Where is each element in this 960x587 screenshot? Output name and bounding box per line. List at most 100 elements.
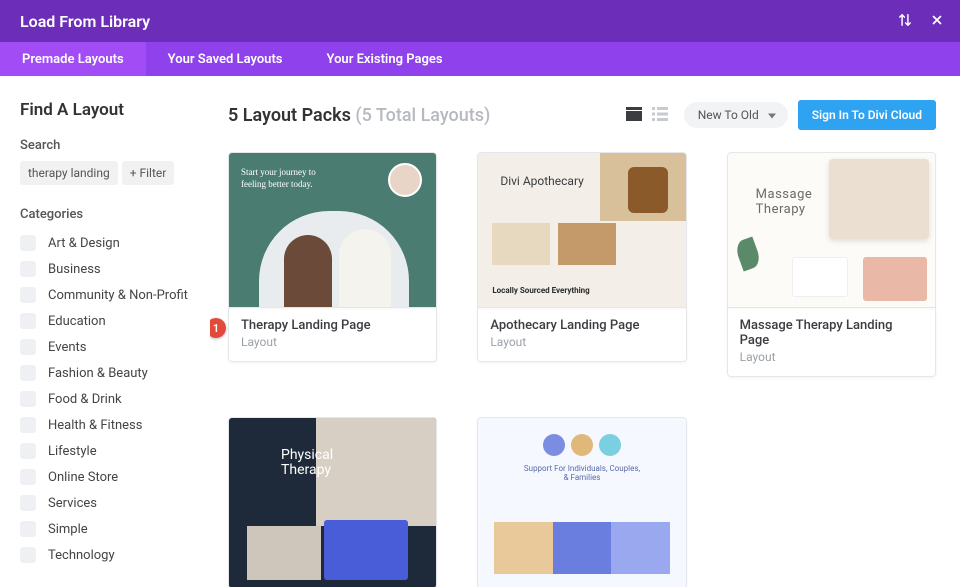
checkbox-icon[interactable] (20, 391, 36, 407)
thumb-person (339, 229, 391, 307)
category-label: Lifestyle (48, 444, 97, 459)
sort-arrows-icon[interactable] (898, 12, 912, 31)
thumb-photo (558, 223, 616, 265)
layout-thumbnail: MassageTherapy (727, 152, 936, 308)
thumb-photo (247, 526, 321, 580)
category-list: Art & Design Business Community & Non-Pr… (20, 230, 194, 568)
layout-subtitle: Layout (740, 350, 923, 364)
layout-title: Therapy Landing Page (241, 318, 424, 333)
signin-button[interactable]: Sign In To Divi Cloud (798, 100, 936, 130)
results-count: 5 Layout Packs (228, 105, 351, 126)
checkbox-icon[interactable] (20, 287, 36, 303)
tab-your-saved-layouts[interactable]: Your Saved Layouts (146, 42, 305, 76)
thumb-card (792, 257, 848, 297)
close-icon[interactable] (930, 12, 944, 31)
modal-header: Load From Library (0, 0, 960, 42)
checkbox-icon[interactable] (20, 495, 36, 511)
thumb-tagline: Support For Individuals, Couples, & Fami… (522, 464, 642, 482)
tab-your-existing-pages[interactable]: Your Existing Pages (305, 42, 465, 76)
category-label: Education (48, 314, 106, 329)
checkbox-icon[interactable] (20, 417, 36, 433)
layout-card[interactable]: Divi Apothecary Locally Sourced Everythi… (477, 152, 686, 377)
category-item[interactable]: Food & Drink (20, 386, 194, 412)
thumb-photo (316, 418, 436, 526)
category-label: Health & Fitness (48, 418, 142, 433)
category-label: Food & Drink (48, 392, 122, 407)
search-label: Search (20, 138, 194, 153)
thumb-tagline: Locally Sourced Everything (492, 286, 589, 295)
main-area: 5 Layout Packs (5 Total Layouts) New To … (210, 76, 960, 587)
thumb-avatar (388, 163, 422, 197)
category-item[interactable]: Business (20, 256, 194, 282)
category-item[interactable]: Online Store (20, 464, 194, 490)
results-grid: 1 Start your journey to feeling better t… (228, 152, 936, 587)
category-item[interactable]: Events (20, 334, 194, 360)
checkbox-icon[interactable] (20, 235, 36, 251)
view-toggle (626, 106, 668, 125)
tab-bar: Premade Layouts Your Saved Layouts Your … (0, 42, 960, 76)
layout-title: Massage Therapy Landing Page (740, 318, 923, 348)
thumb-photo (863, 257, 927, 301)
tab-premade-layouts[interactable]: Premade Layouts (0, 42, 146, 76)
checkbox-icon[interactable] (20, 521, 36, 537)
thumb-brand: MassageTherapy (756, 187, 813, 218)
category-label: Technology (48, 548, 115, 563)
category-label: Simple (48, 522, 88, 537)
category-item[interactable]: Simple (20, 516, 194, 542)
category-label: Online Store (48, 470, 118, 485)
search-term-tag[interactable]: therapy landing (20, 161, 118, 185)
layout-title: Apothecary Landing Page (490, 318, 673, 333)
category-item[interactable]: Lifestyle (20, 438, 194, 464)
add-filter-button[interactable]: + Filter (122, 161, 175, 185)
sidebar-heading: Find A Layout (20, 100, 194, 120)
thumb-card (324, 520, 408, 580)
thumb-bottle (628, 167, 668, 213)
grid-view-icon[interactable] (626, 106, 642, 125)
category-item[interactable]: Art & Design (20, 230, 194, 256)
layout-card[interactable]: MassageTherapy Massage Therapy Landing P… (727, 152, 936, 377)
category-item[interactable]: Services (20, 490, 194, 516)
layout-thumbnail: Support For Individuals, Couples, & Fami… (477, 417, 686, 587)
checkbox-icon[interactable] (20, 261, 36, 277)
step-badge: 1 (210, 318, 226, 338)
layout-card[interactable]: Support For Individuals, Couples, & Fami… (477, 417, 686, 587)
category-label: Art & Design (48, 236, 120, 251)
category-item[interactable]: Fashion & Beauty (20, 360, 194, 386)
thumb-leaf (733, 236, 762, 271)
checkbox-icon[interactable] (20, 443, 36, 459)
checkbox-icon[interactable] (20, 313, 36, 329)
thumb-people (543, 434, 621, 456)
thumb-brand: Divi Apothecary (500, 175, 583, 188)
category-item[interactable]: Technology (20, 542, 194, 568)
checkbox-icon[interactable] (20, 469, 36, 485)
thumb-headline: Start your journey to feeling better tod… (241, 167, 321, 190)
thumb-person (284, 235, 332, 307)
layout-card[interactable]: 1 Start your journey to feeling better t… (228, 152, 437, 377)
thumb-brand: PhysicalTherapy (281, 448, 333, 479)
category-label: Fashion & Beauty (48, 366, 148, 381)
layout-thumbnail: Start your journey to feeling better tod… (228, 152, 437, 308)
layout-thumbnail: PhysicalTherapy (228, 417, 437, 587)
category-label: Business (48, 262, 101, 277)
layout-subtitle: Layout (241, 335, 424, 349)
layout-thumbnail: Divi Apothecary Locally Sourced Everythi… (477, 152, 686, 308)
thumb-photo (492, 223, 550, 265)
category-item[interactable]: Education (20, 308, 194, 334)
category-label: Events (48, 340, 86, 355)
sort-select[interactable]: New To Old (684, 102, 788, 128)
results-subcount: (5 Total Layouts) (355, 105, 490, 126)
thumb-photo (829, 159, 929, 239)
modal-title: Load From Library (20, 12, 150, 31)
sidebar: Find A Layout Search therapy landing + F… (0, 76, 210, 587)
category-label: Community & Non-Profit (48, 288, 188, 303)
checkbox-icon[interactable] (20, 547, 36, 563)
list-view-icon[interactable] (652, 106, 668, 125)
layout-card[interactable]: PhysicalTherapy Physical Therapy Landing… (228, 417, 437, 587)
category-label: Services (48, 496, 97, 511)
category-item[interactable]: Health & Fitness (20, 412, 194, 438)
layout-subtitle: Layout (490, 335, 673, 349)
checkbox-icon[interactable] (20, 339, 36, 355)
category-item[interactable]: Community & Non-Profit (20, 282, 194, 308)
checkbox-icon[interactable] (20, 365, 36, 381)
categories-label: Categories (20, 207, 194, 222)
